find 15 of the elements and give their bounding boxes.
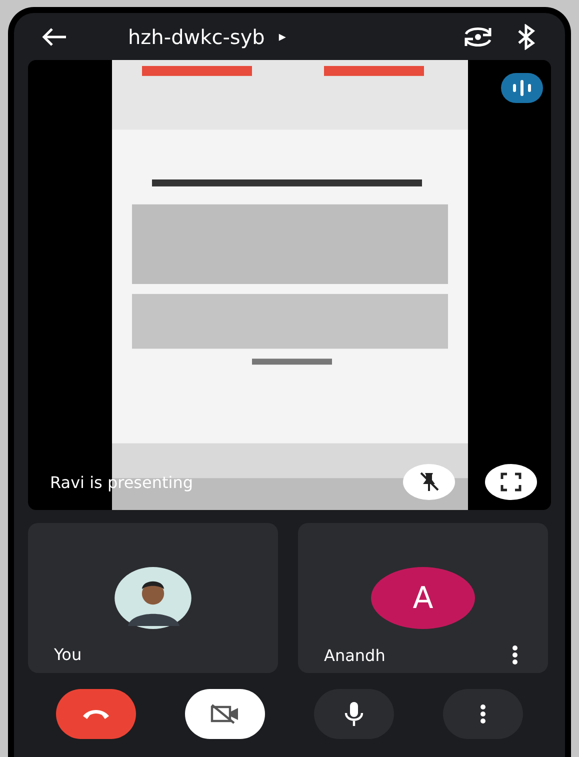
end-call-button[interactable] bbox=[56, 689, 136, 739]
fullscreen-icon bbox=[500, 472, 522, 492]
hang-up-icon bbox=[81, 707, 112, 721]
expand-arrow[interactable]: ▸ bbox=[278, 28, 286, 44]
camera-button[interactable] bbox=[185, 689, 266, 739]
microphone-icon bbox=[344, 701, 364, 727]
meeting-code[interactable]: hzh-dwkc-syb bbox=[128, 24, 265, 48]
avatar-initial: A bbox=[371, 567, 475, 629]
microphone-button[interactable] bbox=[314, 689, 394, 739]
back-icon[interactable] bbox=[40, 26, 68, 46]
participant-name: You bbox=[54, 645, 82, 664]
participant-name: Anandh bbox=[324, 646, 386, 664]
more-options-icon bbox=[480, 704, 486, 724]
more-options-icon[interactable] bbox=[512, 645, 518, 665]
fullscreen-button[interactable] bbox=[485, 464, 537, 500]
